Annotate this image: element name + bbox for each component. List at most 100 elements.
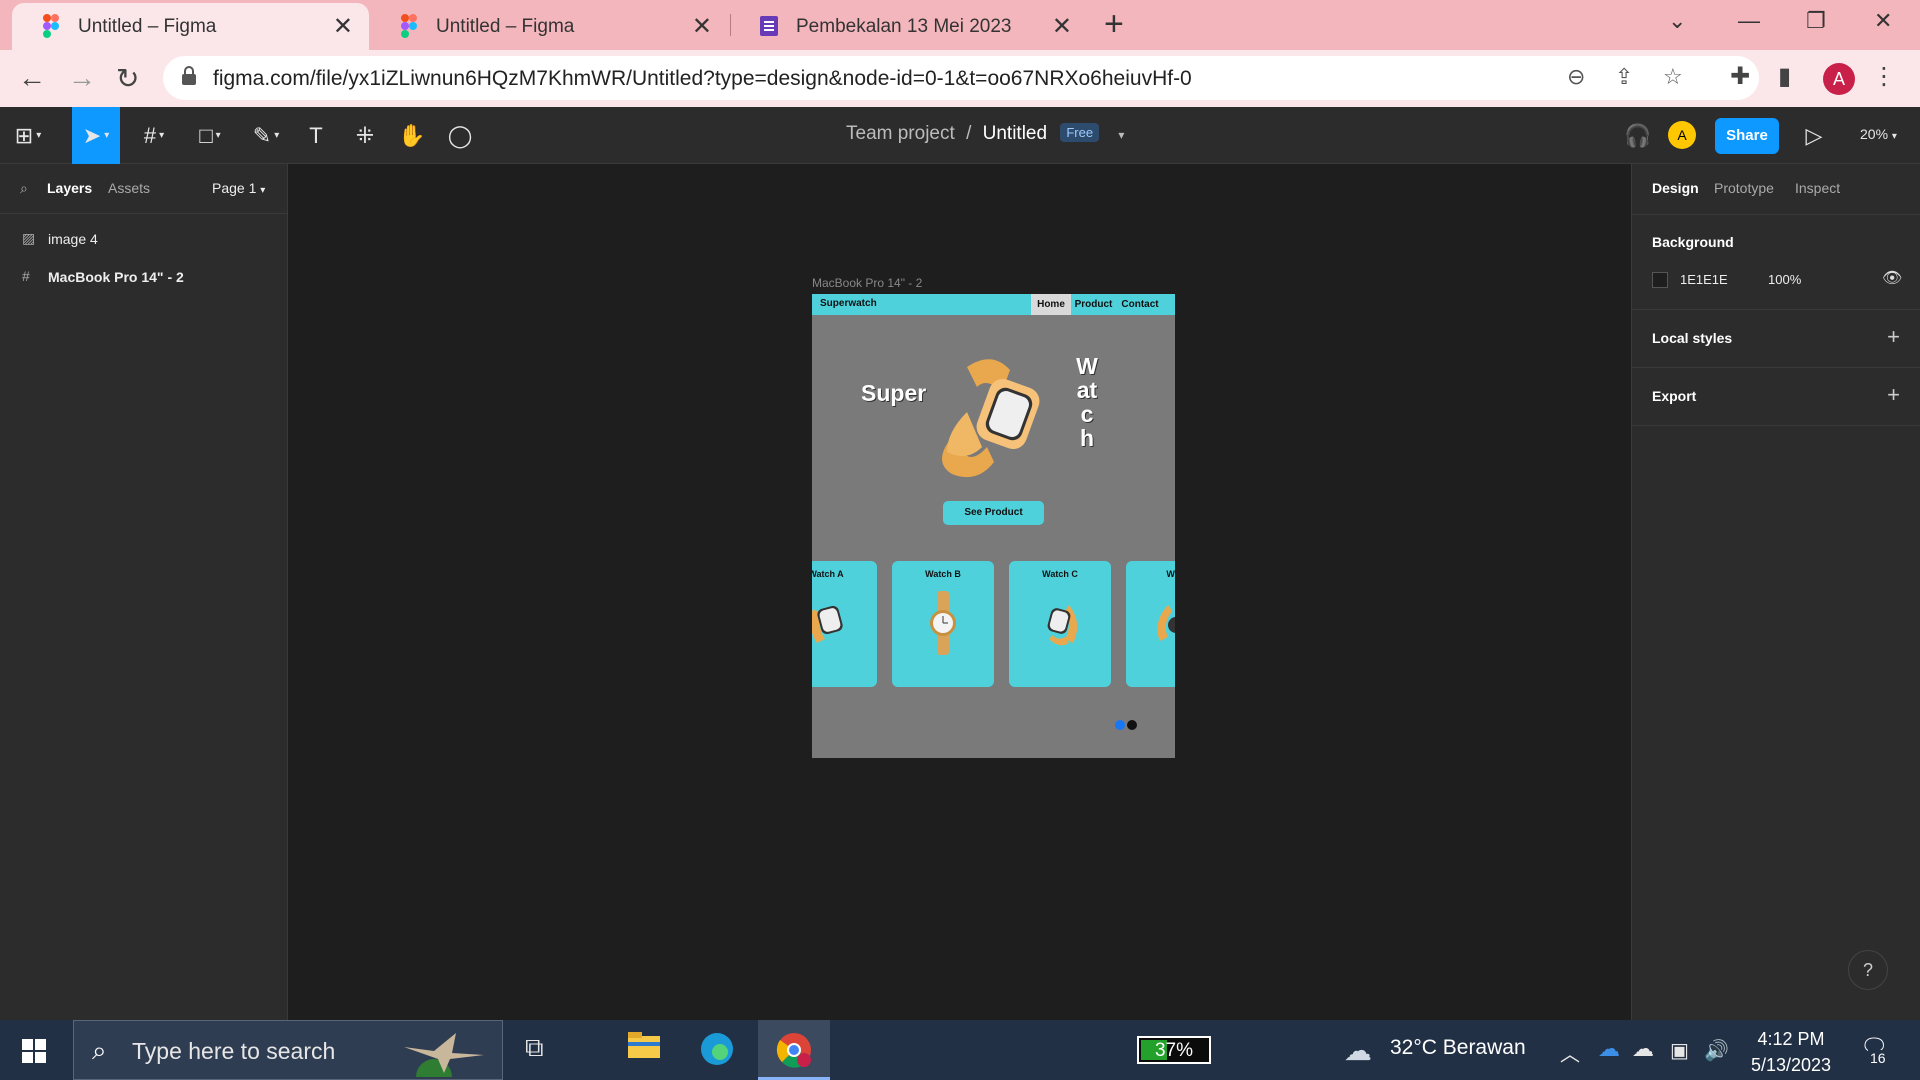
hand-tool-icon[interactable]: ✋ bbox=[388, 107, 436, 164]
design-canvas[interactable]: MacBook Pro 14" - 2 Superwatch Home Prod… bbox=[288, 164, 1631, 1020]
google-forms-icon bbox=[760, 16, 778, 36]
mock-card-b: Watch B bbox=[892, 561, 994, 687]
divider bbox=[1632, 425, 1920, 426]
side-panel-icon[interactable]: ▮ bbox=[1778, 62, 1791, 91]
pen-tool-icon[interactable]: ✎ ▾ bbox=[242, 107, 290, 164]
mock-card-title: Watc bbox=[1166, 569, 1175, 579]
battery-percent: 37% bbox=[1154, 1040, 1194, 1061]
browser-tab-figma-1[interactable]: Untitled – Figma ✕ bbox=[12, 3, 369, 50]
chrome-taskbar-button[interactable] bbox=[758, 1020, 830, 1080]
layer-row-frame[interactable]: # MacBook Pro 14" - 2 bbox=[0, 259, 288, 295]
weather-text[interactable]: 32°C Berawan bbox=[1390, 1036, 1526, 1060]
browser-tab-figma-2[interactable]: Untitled – Figma ✕ bbox=[370, 3, 728, 50]
mock-card-d: Watc bbox=[1126, 561, 1175, 687]
battery-indicator[interactable]: 37% bbox=[1137, 1036, 1211, 1064]
tab-close-icon[interactable]: ✕ bbox=[692, 12, 712, 41]
breadcrumb-file[interactable]: Untitled bbox=[983, 123, 1047, 144]
layer-row-image[interactable]: ▨ image 4 bbox=[0, 221, 288, 257]
browser-toolbar: ← → ↻ figma.com/file/yx1iZLiwnun6HQzM7Kh… bbox=[0, 50, 1920, 107]
bookmark-star-icon[interactable]: ☆ bbox=[1663, 64, 1683, 90]
zoom-level[interactable]: 20% ▾ bbox=[1860, 126, 1897, 142]
search-layers-icon[interactable]: ⌕ bbox=[20, 180, 28, 197]
comment-tool-icon[interactable]: ◯ bbox=[436, 107, 484, 164]
chrome-logo-icon bbox=[776, 1033, 811, 1068]
cloudy-weather-icon[interactable]: ☁ bbox=[1344, 1034, 1372, 1067]
meet-now-icon[interactable]: ▣ bbox=[1670, 1038, 1689, 1063]
background-opacity-input[interactable]: 100% bbox=[1768, 272, 1801, 287]
share-button[interactable]: Share bbox=[1715, 118, 1779, 154]
extensions-icon[interactable]: ✚ bbox=[1730, 62, 1750, 91]
file-explorer-icon[interactable] bbox=[628, 1032, 660, 1065]
eye-icon[interactable]: 👁 bbox=[1882, 268, 1902, 288]
back-icon[interactable]: ← bbox=[18, 62, 46, 94]
breadcrumb-team[interactable]: Team project bbox=[846, 123, 955, 144]
chrome-menu-icon[interactable]: ⋮ bbox=[1872, 62, 1896, 91]
mock-hero-super: Super bbox=[861, 380, 927, 406]
text-tool-icon[interactable]: T bbox=[292, 107, 340, 164]
present-play-icon[interactable]: ▷ bbox=[1790, 107, 1838, 164]
reload-icon[interactable]: ↻ bbox=[116, 62, 139, 95]
export-title: Export bbox=[1652, 388, 1697, 404]
add-local-style-icon[interactable]: + bbox=[1887, 324, 1900, 350]
share-page-icon[interactable]: ⇪ bbox=[1615, 64, 1633, 90]
browser-tab-forms[interactable]: Pembekalan 13 Mei 2023 ✕ bbox=[730, 3, 1088, 50]
edge-browser-icon[interactable] bbox=[700, 1032, 734, 1073]
tab-design[interactable]: Design bbox=[1652, 180, 1699, 196]
resources-tool-icon[interactable]: ⁜ bbox=[341, 107, 389, 164]
breadcrumb[interactable]: Team project / Untitled Free ▾ bbox=[846, 123, 1124, 145]
forward-icon[interactable]: → bbox=[68, 62, 96, 94]
design-frame[interactable]: Superwatch Home Product Contact Super Wa… bbox=[812, 294, 1175, 758]
background-hex-input[interactable]: 1E1E1E bbox=[1680, 272, 1728, 287]
tab-search-icon[interactable]: ⌄ bbox=[1668, 8, 1686, 34]
browser-tab-strip: Untitled – Figma ✕ Untitled – Figma ✕ Pe… bbox=[0, 0, 1920, 50]
layer-name: MacBook Pro 14" - 2 bbox=[48, 269, 184, 285]
onedrive-error-icon[interactable]: ☁ bbox=[1632, 1036, 1654, 1062]
analog-watch-illustration-icon bbox=[930, 591, 956, 655]
close-window-button[interactable]: ✕ bbox=[1874, 8, 1892, 34]
tab-close-icon[interactable]: ✕ bbox=[1052, 12, 1072, 41]
add-export-icon[interactable]: + bbox=[1887, 382, 1900, 408]
frame-label[interactable]: MacBook Pro 14" - 2 bbox=[812, 276, 922, 290]
browser-profile-avatar[interactable]: A bbox=[1823, 63, 1855, 95]
windows-start-icon[interactable] bbox=[22, 1039, 46, 1063]
frame-tool-icon[interactable]: # ▾ bbox=[130, 107, 178, 164]
tab-prototype[interactable]: Prototype bbox=[1714, 180, 1774, 196]
minimize-button[interactable]: — bbox=[1738, 8, 1760, 34]
mock-hero-watch: Watch bbox=[1076, 353, 1098, 451]
speaker-icon[interactable]: 🔊 bbox=[1704, 1038, 1729, 1063]
mock-nav-home: Home bbox=[1031, 294, 1071, 315]
url-text: figma.com/file/yx1iZLiwnun6HQzM7KhmWR/Un… bbox=[213, 67, 1192, 90]
show-hidden-icons-chevron-icon[interactable]: ︿ bbox=[1560, 1038, 1580, 1067]
local-styles-title: Local styles bbox=[1652, 330, 1733, 346]
smartwatch-illustration-icon bbox=[942, 359, 1040, 478]
tab-layers[interactable]: Layers bbox=[47, 180, 92, 196]
collaborator-avatar[interactable]: A bbox=[1668, 121, 1696, 149]
new-tab-button[interactable]: + bbox=[1104, 5, 1124, 44]
windows-taskbar: ⌕ Type here to search ⧉ 37% ☁ 32°C Beraw… bbox=[0, 1020, 1920, 1080]
restore-button[interactable]: ❐ bbox=[1806, 8, 1826, 34]
tab-close-icon[interactable]: ✕ bbox=[333, 12, 353, 41]
task-view-icon[interactable]: ⧉ bbox=[525, 1032, 544, 1064]
folder-icon bbox=[628, 1032, 660, 1058]
onedrive-icon[interactable]: ☁ bbox=[1598, 1036, 1620, 1062]
taskbar-search-box[interactable]: ⌕ Type here to search bbox=[73, 1020, 503, 1080]
zoom-out-icon[interactable]: ⊖ bbox=[1567, 64, 1585, 90]
background-color-swatch[interactable] bbox=[1652, 272, 1668, 288]
address-bar[interactable]: figma.com/file/yx1iZLiwnun6HQzM7KhmWR/Un… bbox=[163, 56, 1759, 100]
tab-assets[interactable]: Assets bbox=[108, 180, 150, 196]
headphones-icon[interactable]: 🎧 bbox=[1614, 107, 1662, 164]
layers-panel: ⌕ Layers Assets Page 1 ▾ ▨ image 4 # Mac… bbox=[0, 164, 288, 1020]
mock-card-c: Watch C bbox=[1009, 561, 1111, 687]
tab-inspect[interactable]: Inspect bbox=[1795, 180, 1840, 196]
figma-main-menu-icon[interactable]: ⊞ ▾ bbox=[4, 107, 52, 164]
system-clock[interactable]: 4:12 PM 5/13/2023 bbox=[1746, 1026, 1836, 1078]
notification-count: 16 bbox=[1868, 1050, 1888, 1066]
page-selector[interactable]: Page 1 ▾ bbox=[212, 180, 265, 196]
mock-card-title: Watch C bbox=[1042, 569, 1078, 579]
chevron-down-icon[interactable]: ▾ bbox=[1118, 128, 1124, 142]
layer-name: image 4 bbox=[48, 231, 98, 247]
shape-tool-icon[interactable]: □ ▾ bbox=[186, 107, 234, 164]
help-button[interactable]: ? bbox=[1848, 950, 1888, 990]
move-tool-icon[interactable]: ➤ ▾ bbox=[72, 107, 120, 164]
properties-panel: Design Prototype Inspect Background 1E1E… bbox=[1631, 164, 1920, 1020]
